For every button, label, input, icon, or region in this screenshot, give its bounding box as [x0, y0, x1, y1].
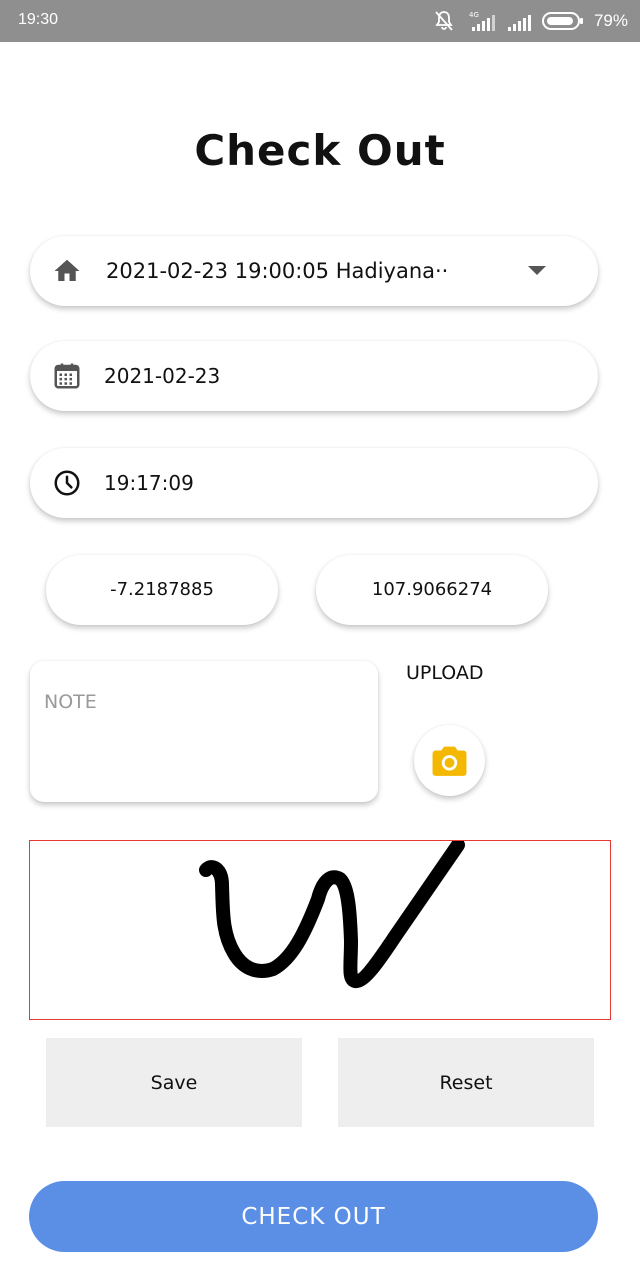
battery-icon [541, 9, 584, 33]
note-input[interactable] [30, 661, 378, 802]
status-time: 19:30 [18, 11, 59, 28]
upload-label: UPLOAD [406, 662, 484, 684]
signal-icon [506, 9, 532, 33]
home-icon [52, 256, 82, 286]
save-button[interactable]: Save [46, 1038, 302, 1127]
chevron-down-icon[interactable] [528, 266, 546, 275]
status-bar: 19:30 4G 79% [0, 0, 640, 42]
signature-stroke [199, 841, 465, 988]
date-field[interactable]: 2021-02-23 [30, 341, 598, 411]
network-type-label: 4G [469, 11, 479, 19]
battery-percent: 79% [593, 11, 628, 30]
time-value: 19:17:09 [104, 471, 194, 495]
date-value: 2021-02-23 [104, 364, 221, 388]
note-box [30, 661, 378, 802]
time-field[interactable]: 19:17:09 [30, 448, 598, 518]
latitude-field[interactable]: -7.2187885 [46, 555, 278, 625]
notifications-off-icon [432, 9, 456, 33]
camera-button[interactable] [414, 725, 485, 796]
status-icons: 4G 79% [432, 8, 628, 34]
clock-icon [52, 468, 82, 498]
check-out-button[interactable]: CHECK OUT [29, 1181, 598, 1252]
longitude-field[interactable]: 107.9066274 [316, 555, 548, 625]
reset-button[interactable]: Reset [338, 1038, 594, 1127]
attendance-dropdown[interactable]: 2021-02-23 19:00:05 Hadiyana·· [30, 236, 598, 306]
attendance-selected-value: 2021-02-23 19:00:05 Hadiyana·· [106, 259, 449, 283]
signature-pad[interactable] [29, 840, 611, 1020]
page-title: Check Out [194, 126, 446, 175]
camera-icon [432, 746, 467, 776]
signal-4g-icon: 4G [466, 9, 496, 33]
calendar-icon [52, 361, 82, 391]
